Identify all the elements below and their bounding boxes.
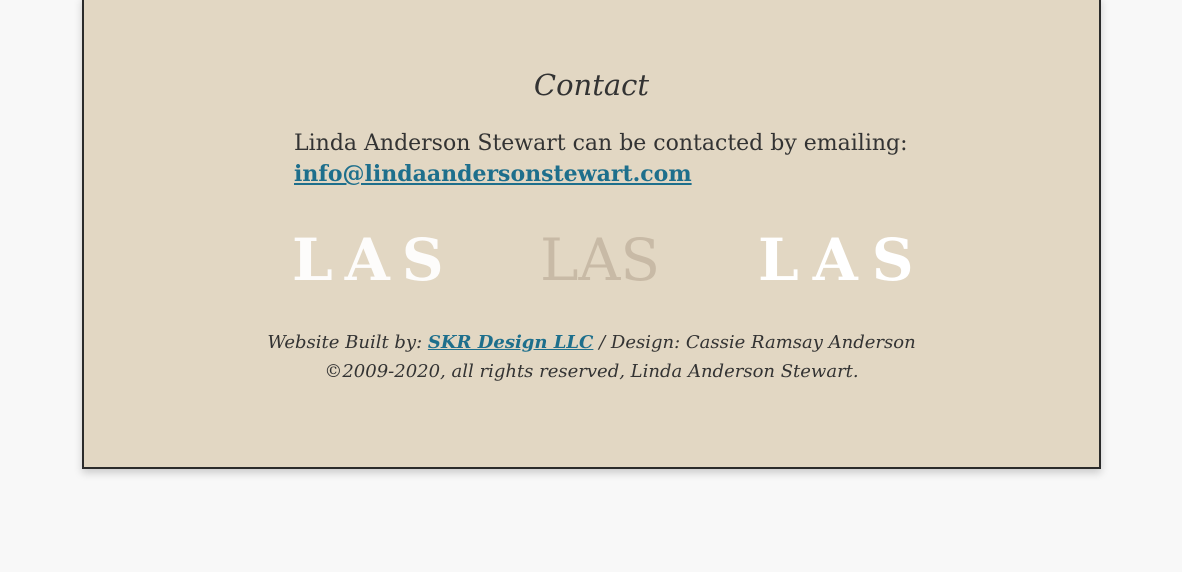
design-credit: / Design: Cassie Ramsay Anderson (599, 332, 916, 353)
contact-email-link[interactable]: info@lindaandersonstewart.com (294, 161, 692, 187)
logo-row: LAS LAS LAS (84, 230, 1099, 290)
contact-intro: Linda Anderson Stewart can be contacted … (294, 131, 908, 156)
contact-text: Linda Anderson Stewart can be contacted … (294, 128, 908, 190)
las-logo-2: LAS (540, 226, 661, 294)
builder-link[interactable]: SKR Design LLC (428, 332, 593, 353)
las-logo-3: LAS (758, 226, 928, 294)
las-logo-1: LAS (292, 226, 456, 294)
footer-panel: Contact Linda Anderson Stewart can be co… (82, 0, 1101, 469)
copyright-text: ©2009-2020, all rights reserved, Linda A… (324, 361, 859, 382)
credits-line-1: Website Built by: SKR Design LLC / Desig… (84, 328, 1099, 357)
contact-heading: Contact (533, 68, 650, 102)
site-credits: Website Built by: SKR Design LLC / Desig… (84, 328, 1099, 386)
built-by-label: Website Built by: (267, 332, 423, 353)
